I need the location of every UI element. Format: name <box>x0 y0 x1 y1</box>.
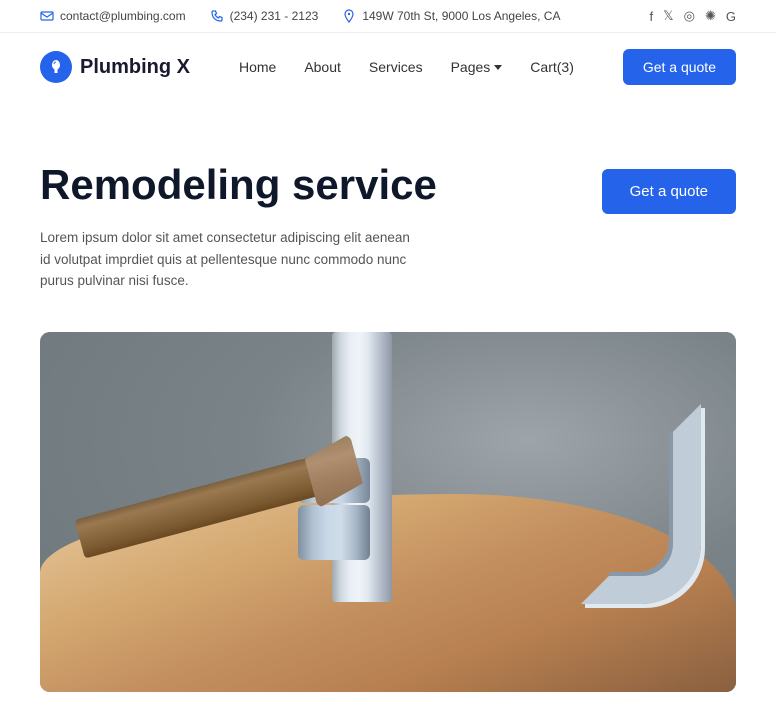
nav-pages-label: Pages <box>451 59 491 75</box>
nav-cart[interactable]: Cart(3) <box>530 59 574 75</box>
twitter-icon[interactable]: 𝕏 <box>663 8 673 24</box>
yelp-icon[interactable]: ✺ <box>705 8 716 24</box>
social-links: f 𝕏 ◎ ✺ G <box>650 8 736 24</box>
logo-icon <box>40 51 72 83</box>
phone-icon <box>210 9 224 23</box>
facebook-icon[interactable]: f <box>650 9 654 24</box>
nav-home[interactable]: Home <box>239 59 276 75</box>
nav-services[interactable]: Services <box>369 59 423 75</box>
address-contact: 149W 70th St, 9000 Los Angeles, CA <box>342 9 560 23</box>
hero-section: Remodeling service Lorem ipsum dolor sit… <box>0 101 776 322</box>
curved-pipe <box>581 404 701 604</box>
google-icon[interactable]: G <box>726 9 736 24</box>
logo-text: Plumbing X <box>80 56 190 79</box>
nav-pages[interactable]: Pages <box>451 59 503 75</box>
hero-description: Lorem ipsum dolor sit amet consectetur a… <box>40 227 420 292</box>
phone-text: (234) 231 - 2123 <box>230 9 319 23</box>
main-nav: Home About Services Pages Cart(3) <box>239 59 574 75</box>
chevron-down-icon <box>494 65 502 70</box>
phone-contact: (234) 231 - 2123 <box>210 9 319 23</box>
instagram-icon[interactable]: ◎ <box>684 8 695 24</box>
plumbing-image <box>40 332 736 692</box>
header: Plumbing X Home About Services Pages Car… <box>0 33 776 101</box>
header-cta-button[interactable]: Get a quote <box>623 49 736 85</box>
image-section <box>0 322 776 722</box>
pipe-scene-bg <box>40 332 736 692</box>
email-icon <box>40 9 54 23</box>
hero-title: Remodeling service <box>40 161 437 209</box>
email-text: contact@plumbing.com <box>60 9 186 23</box>
hero-cta: Get a quote <box>602 161 736 214</box>
pipe-joint-lower <box>298 505 370 560</box>
email-contact: contact@plumbing.com <box>40 9 186 23</box>
nav-about[interactable]: About <box>304 59 341 75</box>
topbar: contact@plumbing.com (234) 231 - 2123 14… <box>0 0 776 33</box>
logo[interactable]: Plumbing X <box>40 51 190 83</box>
topbar-contacts: contact@plumbing.com (234) 231 - 2123 14… <box>40 9 560 23</box>
address-text: 149W 70th St, 9000 Los Angeles, CA <box>362 9 560 23</box>
location-icon <box>342 9 356 23</box>
hero-cta-button[interactable]: Get a quote <box>602 169 736 214</box>
hero-content: Remodeling service Lorem ipsum dolor sit… <box>40 161 437 292</box>
